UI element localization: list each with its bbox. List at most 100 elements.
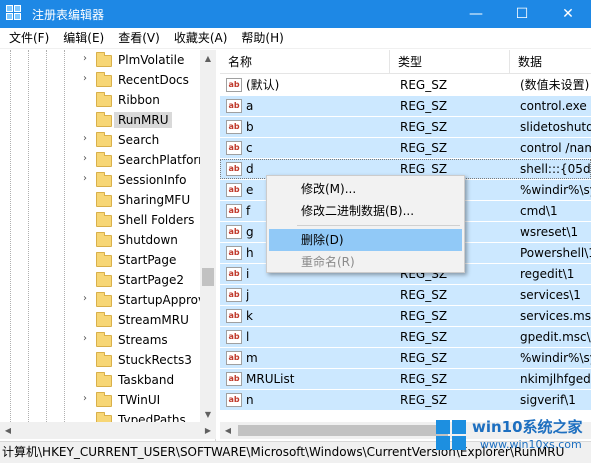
- tree-item[interactable]: StartPage2: [0, 270, 200, 290]
- tree-item[interactable]: StartPage: [0, 250, 200, 270]
- tree-item-label: RunMRU: [114, 112, 173, 128]
- tree-item-label: SessionInfo: [118, 173, 187, 187]
- tree-item-label: StartPage2: [118, 273, 184, 287]
- chevron-right-icon[interactable]: ›: [80, 393, 90, 404]
- folder-icon: [96, 392, 112, 407]
- chevron-right-icon[interactable]: ›: [80, 153, 90, 164]
- ctx-delete[interactable]: 删除(D): [269, 229, 462, 251]
- scroll-right-arrow-icon[interactable]: ▶: [200, 422, 216, 438]
- string-value-icon: ab: [226, 162, 242, 176]
- chevron-right-icon[interactable]: ›: [80, 293, 90, 304]
- value-name: c: [246, 141, 253, 155]
- ctx-rename[interactable]: 重命名(R): [269, 251, 462, 273]
- value-row[interactable]: ab (默认) REG_SZ (数值未设置): [220, 75, 591, 95]
- tree-item[interactable]: › Search: [0, 130, 200, 150]
- column-data-header[interactable]: 数据: [510, 50, 591, 74]
- value-row[interactable]: abb REG_SZ slidetoshutdown\1: [220, 117, 591, 137]
- scroll-left-arrow-icon[interactable]: ◀: [0, 422, 16, 438]
- watermark: win10系统之家 www.win10xs.com: [436, 414, 586, 458]
- scroll-down-arrow-icon[interactable]: ▼: [200, 406, 216, 422]
- tree-item[interactable]: StreamMRU: [0, 310, 200, 330]
- tree-item-label: Shell Folders: [118, 213, 195, 227]
- value-row[interactable]: abk REG_SZ services.msc\1: [220, 306, 591, 326]
- value-row[interactable]: ab j REG_SZ services\1: [220, 285, 591, 305]
- folder-icon: [96, 232, 112, 247]
- tree-scroll-thumb[interactable]: [202, 268, 214, 286]
- tree-item[interactable]: SharingMFU: [0, 190, 200, 210]
- value-row[interactable]: ab l REG_SZ gpedit.msc\1: [220, 327, 591, 347]
- tree-item[interactable]: Shell Folders: [0, 210, 200, 230]
- string-value-icon: ab: [226, 183, 242, 197]
- tree-item-label: StartPage: [118, 253, 177, 267]
- tree-item-label: Streams: [118, 333, 168, 347]
- chevron-right-icon[interactable]: ›: [80, 333, 90, 344]
- tree-item[interactable]: › StartupApproved: [0, 290, 215, 310]
- column-name-header[interactable]: 名称: [220, 50, 390, 74]
- value-data: control /name Microsoft: [520, 141, 591, 155]
- tree-item[interactable]: › PlmVolatile: [0, 50, 200, 70]
- windows-logo-icon: [436, 420, 468, 452]
- string-value-icon: ab: [226, 225, 242, 239]
- ctx-modify-binary[interactable]: 修改二进制数据(B)...: [269, 200, 462, 222]
- tree-item[interactable]: Taskband: [0, 370, 200, 390]
- chevron-right-icon[interactable]: ›: [80, 133, 90, 144]
- string-value-icon: ab: [226, 120, 242, 134]
- tree-item[interactable]: › TWinUI: [0, 390, 200, 410]
- tree-item[interactable]: › SearchPlatform: [0, 150, 210, 170]
- tree-item-label: Ribbon: [118, 93, 160, 107]
- maximize-button[interactable]: ☐: [499, 0, 545, 28]
- registry-tree[interactable]: › PlmVolatile › RecentDocs Ribbon RunMRU › Sear…: [0, 50, 216, 441]
- value-name: m: [246, 351, 258, 365]
- tree-item[interactable]: Shutdown: [0, 230, 200, 250]
- maximize-icon: ☐: [515, 6, 529, 22]
- tree-item[interactable]: › SessionInfo: [0, 170, 200, 190]
- tree-item[interactable]: RunMRU: [0, 110, 200, 130]
- list-scroll-thumb[interactable]: [238, 425, 448, 436]
- menu-view[interactable]: 查看(V): [111, 28, 167, 49]
- ctx-modify[interactable]: 修改(M)...: [269, 178, 462, 200]
- folder-icon: [96, 152, 112, 167]
- value-row[interactable]: abm REG_SZ %windir%\system32: [220, 348, 591, 368]
- scroll-left-arrow-icon[interactable]: ◀: [220, 422, 236, 438]
- value-data: nkimjlhfgedcba: [520, 372, 591, 386]
- menu-file[interactable]: 文件(F): [2, 28, 56, 49]
- regedit-app-icon: [6, 5, 24, 23]
- folder-icon: [96, 172, 112, 187]
- tree-item[interactable]: StuckRects3: [0, 350, 200, 370]
- value-type: REG_SZ: [400, 393, 448, 407]
- menu-favorites[interactable]: 收藏夹(A): [167, 28, 235, 49]
- folder-icon: [96, 352, 112, 367]
- value-row[interactable]: ab n REG_SZ sigverif\1: [220, 390, 591, 410]
- value-type: REG_SZ: [400, 309, 448, 323]
- string-value-icon: ab: [226, 204, 242, 218]
- tree-horizontal-scrollbar[interactable]: ◀ ▶: [0, 422, 216, 439]
- value-type: REG_SZ: [400, 330, 448, 344]
- tree-item-label: Shutdown: [118, 233, 178, 247]
- chevron-right-icon[interactable]: ›: [80, 53, 90, 64]
- minimize-button[interactable]: —: [453, 0, 499, 28]
- column-type-header[interactable]: 类型: [390, 50, 510, 74]
- watermark-title: win10系统之家: [472, 418, 583, 436]
- close-button[interactable]: ✕: [545, 0, 591, 28]
- tree-item[interactable]: › RecentDocs: [0, 70, 200, 90]
- value-row[interactable]: abc REG_SZ control /name Microsoft: [220, 138, 591, 158]
- tree-item-label: TWinUI: [118, 393, 161, 407]
- menu-edit[interactable]: 编辑(E): [56, 28, 111, 49]
- chevron-right-icon[interactable]: ›: [80, 173, 90, 184]
- value-name: l: [246, 330, 250, 344]
- scroll-up-arrow-icon[interactable]: ▲: [200, 50, 216, 66]
- tree-item[interactable]: › Streams: [0, 330, 200, 350]
- tree-vertical-scrollbar[interactable]: ▲ ▼: [200, 50, 216, 422]
- close-icon: ✕: [562, 6, 574, 22]
- tree-item[interactable]: Ribbon: [0, 90, 200, 110]
- value-data: control.exe desk.cpl,,@Web: [520, 99, 591, 113]
- string-value-icon: ab: [226, 267, 242, 281]
- value-row[interactable]: ab MRUList REG_SZ nkimjlhfgedcba: [220, 369, 591, 389]
- value-name: k: [246, 309, 253, 323]
- chevron-right-icon[interactable]: ›: [80, 73, 90, 84]
- value-row[interactable]: aba REG_SZ control.exe desk.cpl,,@Web: [220, 96, 591, 116]
- watermark-url: www.win10xs.com: [480, 438, 582, 451]
- folder-icon: [96, 72, 112, 87]
- menu-help[interactable]: 帮助(H): [234, 28, 290, 49]
- value-data: %windir%\system32: [520, 351, 591, 365]
